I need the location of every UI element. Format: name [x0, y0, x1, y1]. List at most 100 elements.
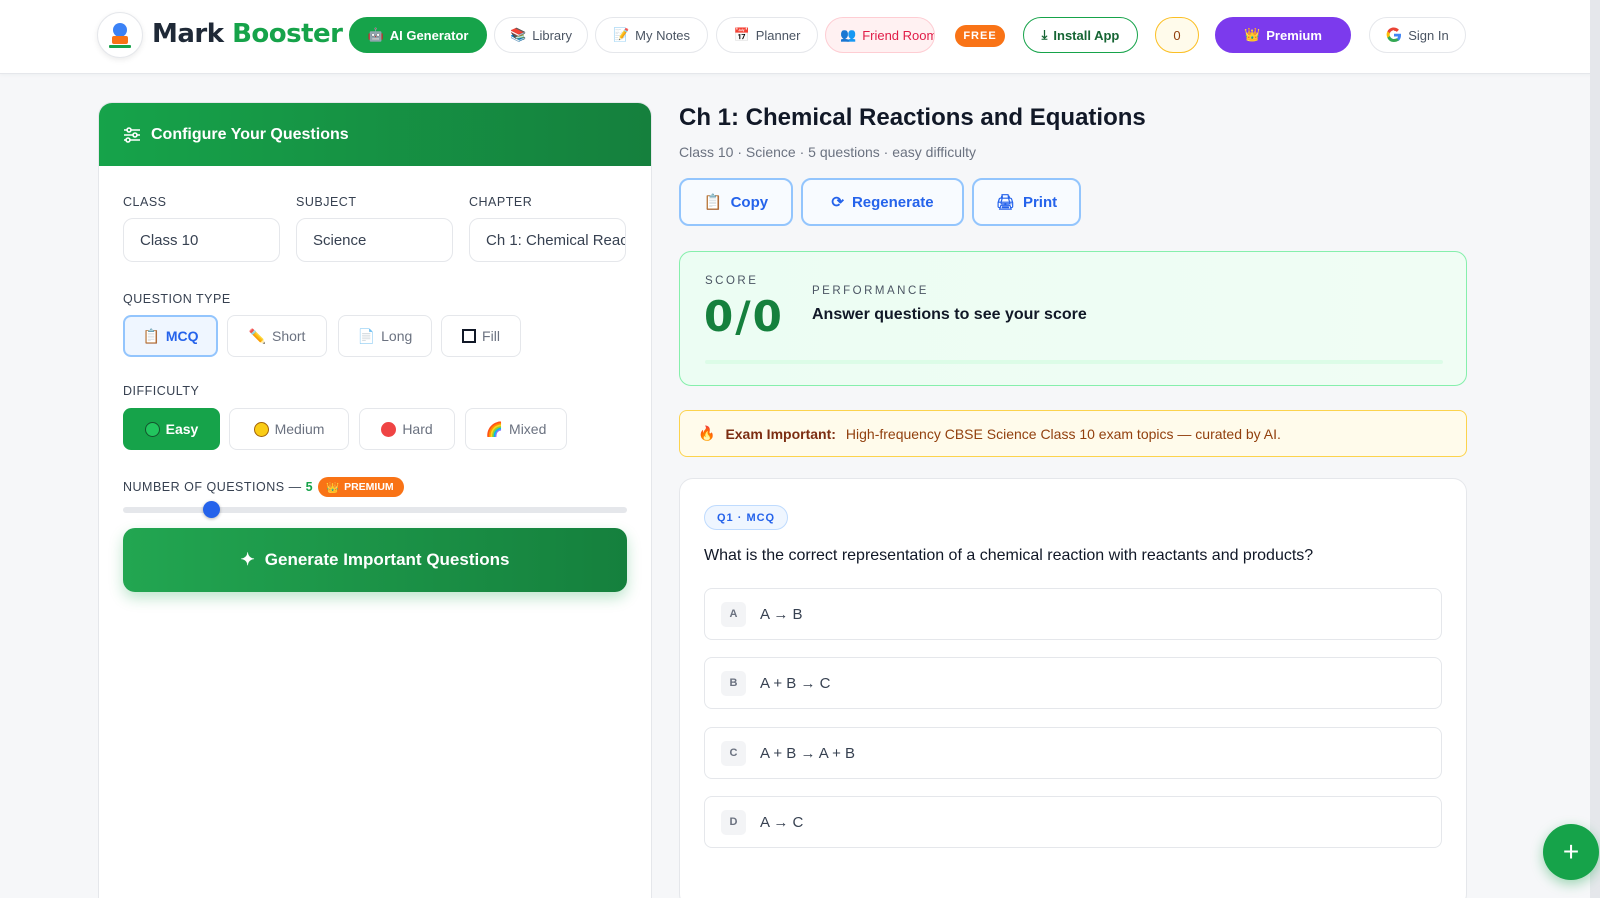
- exam-important-text: High-frequency CBSE Science Class 10 exa…: [845, 425, 1281, 442]
- option-letter: C: [721, 740, 746, 766]
- crown-icon: 👑: [326, 481, 340, 494]
- difficulty-medium[interactable]: Medium: [229, 408, 349, 450]
- question-text: What is the correct representation of a …: [704, 547, 1314, 564]
- option-text: A + B → A + B: [760, 744, 856, 762]
- qtype-mcq-label: MCQ: [165, 328, 199, 344]
- page-title: Ch 1: Chemical Reactions and Equations: [679, 104, 1146, 131]
- brand-part-booster: Booster: [232, 19, 343, 49]
- printer-icon: 🖨: [995, 194, 1015, 211]
- option-letter: A: [721, 601, 746, 627]
- class-select[interactable]: Class 10: [123, 218, 280, 262]
- question-type-label: QUESTION TYPE: [123, 292, 231, 306]
- option-text: A + B → C: [760, 674, 831, 692]
- qtype-fill-label: Fill: [482, 328, 500, 344]
- generate-questions-label: Generate Important Questions: [264, 550, 510, 569]
- robot-icon: 🤖: [367, 27, 384, 42]
- install-app-button[interactable]: ⤓ Install App: [1023, 17, 1138, 53]
- nav-ai-generator[interactable]: 🤖 AI Generator: [349, 17, 487, 53]
- score-progress-bar: [705, 360, 1443, 364]
- yellow-circle-icon: [253, 421, 269, 437]
- nav-friend-room-label: Friend Room: [862, 27, 935, 43]
- score-value: 0/0: [704, 292, 784, 341]
- option-text: A → B: [760, 605, 803, 623]
- brand-name[interactable]: Mark Booster: [152, 19, 343, 49]
- config-header: Configure Your Questions: [99, 103, 651, 166]
- nav-planner[interactable]: 📅 Planner: [716, 17, 818, 53]
- red-circle-icon: [381, 421, 397, 437]
- sparkle-icon: ✦: [240, 550, 255, 569]
- print-button[interactable]: 🖨 Print: [972, 178, 1081, 226]
- premium-button[interactable]: 👑 Premium: [1215, 17, 1351, 53]
- option-c[interactable]: C A + B → A + B: [704, 727, 1442, 779]
- config-panel: Configure Your Questions CLASS SUBJECT C…: [98, 102, 652, 898]
- crown-icon: 👑: [1244, 27, 1261, 42]
- num-questions-slider-thumb[interactable]: [203, 501, 220, 518]
- free-badge: FREE: [955, 25, 1005, 47]
- qtype-long[interactable]: 📄 Long: [338, 315, 432, 357]
- logo-icon[interactable]: [97, 12, 143, 58]
- page-scrollbar[interactable]: [1590, 0, 1600, 898]
- print-label: Print: [1022, 193, 1058, 211]
- fire-icon: 🔥: [698, 425, 716, 441]
- difficulty-mixed[interactable]: 🌈 Mixed: [465, 408, 567, 450]
- add-fab-button[interactable]: +: [1543, 824, 1599, 880]
- sign-in-label: Sign In: [1408, 27, 1449, 43]
- difficulty-mixed-label: Mixed: [509, 421, 547, 437]
- notes-icon: 📝: [612, 27, 630, 42]
- green-circle-icon: [144, 421, 160, 437]
- users-icon: 👥: [840, 27, 857, 42]
- num-questions-slider-track[interactable]: [123, 507, 627, 513]
- class-label: CLASS: [123, 195, 167, 209]
- option-d[interactable]: D A → C: [704, 796, 1442, 848]
- nav-library[interactable]: 📚 Library: [494, 17, 588, 53]
- books-icon: 📚: [510, 27, 527, 42]
- difficulty-label: DIFFICULTY: [123, 384, 200, 398]
- sign-in-button[interactable]: Sign In: [1369, 17, 1466, 53]
- option-letter: D: [721, 809, 746, 835]
- num-questions-value: 5: [305, 480, 314, 494]
- nav-planner-label: Planner: [755, 27, 801, 43]
- chapter-select[interactable]: Ch 1: Chemical Reactions and Equations: [469, 218, 626, 262]
- qtype-fill[interactable]: Fill: [441, 315, 521, 357]
- google-icon: [1386, 27, 1402, 43]
- num-questions-label: NUMBER OF QUESTIONS — 5: [123, 480, 313, 494]
- difficulty-hard-label: Hard: [402, 421, 433, 437]
- qtype-mcq[interactable]: 📋 MCQ: [123, 315, 218, 357]
- copy-label: Copy: [730, 193, 769, 211]
- option-b[interactable]: B A + B → C: [704, 657, 1442, 709]
- option-text: A → C: [760, 813, 804, 831]
- subject-select[interactable]: Science: [296, 218, 453, 262]
- install-app-label: Install App: [1053, 27, 1120, 43]
- config-title: Configure Your Questions: [151, 125, 349, 143]
- premium-label: Premium: [1266, 27, 1322, 43]
- sliders-icon: [124, 126, 140, 143]
- pencil-icon: ✏️: [248, 327, 266, 344]
- regenerate-button[interactable]: ⟳ Regenerate: [801, 178, 964, 226]
- nav-library-label: Library: [532, 27, 572, 43]
- premium-tag-label: PREMIUM: [344, 481, 394, 493]
- option-letter: B: [721, 670, 746, 696]
- premium-tag: 👑 PREMIUM: [318, 477, 404, 497]
- copy-button[interactable]: 📋 Copy: [679, 178, 793, 226]
- page-icon: 📄: [357, 327, 376, 344]
- calendar-icon: 📅: [733, 27, 750, 42]
- blank-box-icon: [462, 329, 477, 343]
- score-label: SCORE: [705, 275, 759, 287]
- nav-my-notes[interactable]: 📝 My Notes: [595, 17, 708, 53]
- download-icon: ⤓: [1041, 27, 1048, 42]
- num-questions-text: NUMBER OF QUESTIONS —: [123, 480, 302, 494]
- clipboard-icon: 📋: [142, 327, 160, 344]
- generate-questions-button[interactable]: ✦ Generate Important Questions: [123, 528, 627, 592]
- difficulty-hard[interactable]: Hard: [359, 408, 455, 450]
- exam-important-label: Exam Important:: [725, 425, 836, 442]
- option-a[interactable]: A A → B: [704, 588, 1442, 640]
- qtype-short[interactable]: ✏️ Short: [227, 315, 327, 357]
- difficulty-easy[interactable]: Easy: [123, 408, 220, 450]
- nav-friend-room[interactable]: 👥 Friend Room: [825, 17, 935, 53]
- page-subtitle: Class 10 · Science · 5 questions · easy …: [679, 144, 976, 160]
- exam-important-banner: 🔥 Exam Important: High-frequency CBSE Sc…: [679, 410, 1467, 457]
- coin-counter[interactable]: 0: [1155, 17, 1199, 53]
- difficulty-medium-label: Medium: [274, 421, 325, 437]
- subject-label: SUBJECT: [296, 195, 357, 209]
- chapter-label: CHAPTER: [469, 195, 533, 209]
